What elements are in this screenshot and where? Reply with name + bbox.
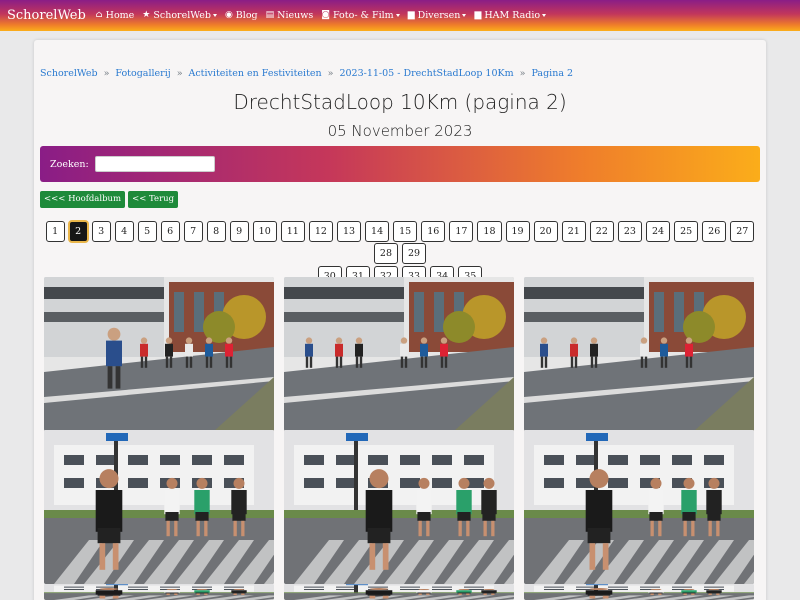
page-link-22[interactable]: 22 xyxy=(589,221,614,242)
page-link-24[interactable]: 24 xyxy=(645,221,671,242)
photo-runners-8[interactable] xyxy=(284,584,514,600)
page-link-12[interactable]: 12 xyxy=(308,221,333,242)
page-link-4[interactable]: 4 xyxy=(114,221,134,242)
page-link-29[interactable]: 29 xyxy=(402,243,427,264)
page-link-23[interactable]: 23 xyxy=(617,221,642,242)
nav-item-blog[interactable]: ◉ Blog xyxy=(225,10,258,21)
page-link-15[interactable]: 15 xyxy=(393,221,418,242)
folder-icon: ▆ xyxy=(407,10,415,20)
page-link-5[interactable]: 5 xyxy=(137,221,157,242)
page-link-14[interactable]: 14 xyxy=(365,221,390,242)
page-link-17[interactable]: 17 xyxy=(449,221,474,242)
nav-item-label: HAM Radio xyxy=(484,10,541,21)
photo-runners-6[interactable] xyxy=(524,430,754,584)
photo-runners-3[interactable] xyxy=(524,277,754,431)
newspaper-icon: ▤ xyxy=(265,10,275,20)
page-link-2[interactable]: 2 xyxy=(68,221,88,242)
back-button[interactable]: << Terug xyxy=(128,191,179,208)
rss-icon: ◉ xyxy=(224,10,233,20)
brand-link[interactable]: SchorelWeb xyxy=(7,8,86,23)
page-link-13[interactable]: 13 xyxy=(336,221,362,242)
breadcrumb-item[interactable]: Pagina 2 xyxy=(531,68,573,79)
breadcrumb-item[interactable]: 2023-11-05 - DrechtStadLoop 10Km xyxy=(339,68,513,79)
breadcrumb-item[interactable]: Fotogallerij xyxy=(115,68,170,79)
breadcrumb-item[interactable]: SchorelWeb xyxy=(40,68,98,79)
photo-runners-4[interactable] xyxy=(44,430,274,584)
nav-item-nieuws[interactable]: ▤ Nieuws xyxy=(266,10,314,21)
breadcrumb-separator: » xyxy=(103,68,110,79)
nav-item-schorelweb[interactable]: ★ SchorelWeb xyxy=(142,10,217,21)
photo-runners-7[interactable] xyxy=(44,584,274,600)
nav-item-label: Nieuws xyxy=(277,10,314,21)
nav-item-label: Blog xyxy=(235,10,258,21)
photo-runners-1[interactable] xyxy=(44,277,274,431)
nav-item-ham-radio[interactable]: ▆ HAM Radio xyxy=(474,10,547,21)
nav-item-label: SchorelWeb xyxy=(153,10,211,21)
page-link-25[interactable]: 25 xyxy=(674,221,699,242)
camera-icon: ◙ xyxy=(321,10,330,20)
caret-down-icon xyxy=(395,14,400,17)
photo-runners-2[interactable] xyxy=(284,277,514,431)
nav-menu: ⌂ Home ★ SchorelWeb ◉ Blog ▤ Nieuws ◙ Foto- & Fil… xyxy=(96,10,554,21)
page-link-1[interactable]: 1 xyxy=(45,221,65,242)
nav-item-foto-film[interactable]: ◙ Foto- & Film xyxy=(321,10,400,21)
page-link-28[interactable]: 28 xyxy=(373,243,398,264)
photo-runners-5[interactable] xyxy=(284,430,514,584)
photo-runners-9[interactable] xyxy=(524,584,754,600)
page-title: DrechtStadLoop 10Km (pagina 2) xyxy=(233,90,567,114)
star-icon: ★ xyxy=(142,10,151,20)
page-link-3[interactable]: 3 xyxy=(91,221,111,242)
search-label: Zoeken: xyxy=(50,158,89,170)
page-link-6[interactable]: 6 xyxy=(160,221,180,242)
page-link-16[interactable]: 16 xyxy=(421,221,446,242)
page-link-27[interactable]: 27 xyxy=(730,221,755,242)
album-nav-buttons: <<< Hoofdalbum << Terug xyxy=(40,191,179,208)
nav-item-diversen[interactable]: ▆ Diversen xyxy=(408,10,467,21)
nav-item-label: Foto- & Film xyxy=(332,10,394,21)
nav-item-label: Diversen xyxy=(417,10,461,21)
search-input[interactable] xyxy=(94,156,215,172)
page-link-26[interactable]: 26 xyxy=(702,221,727,242)
top-navbar: SchorelWeb ⌂ Home ★ SchorelWeb ◉ Blog ▤ Nieuws ◙… xyxy=(0,0,800,31)
nav-item-home[interactable]: ⌂ Home xyxy=(96,10,135,21)
main-album-button[interactable]: <<< Hoofdalbum xyxy=(40,191,126,208)
breadcrumb-separator: » xyxy=(327,68,334,79)
search-bar: Zoeken: xyxy=(40,146,760,182)
page-subtitle: 05 November 2023 xyxy=(327,122,473,140)
nav-item-label: Home xyxy=(105,10,135,21)
page-link-8[interactable]: 8 xyxy=(206,221,226,242)
breadcrumb-separator: » xyxy=(519,68,526,79)
page-link-9[interactable]: 9 xyxy=(229,221,249,242)
home-icon: ⌂ xyxy=(95,10,103,20)
page-link-7[interactable]: 7 xyxy=(183,221,203,242)
page-link-11[interactable]: 11 xyxy=(280,221,305,242)
caret-down-icon xyxy=(212,14,217,17)
breadcrumb-item[interactable]: Activiteiten en Festiviteiten xyxy=(189,68,322,79)
page-link-10[interactable]: 10 xyxy=(252,221,277,242)
page-link-18[interactable]: 18 xyxy=(477,221,502,242)
page-link-19[interactable]: 19 xyxy=(505,221,530,242)
breadcrumb-separator: » xyxy=(176,68,183,79)
breadcrumb: SchorelWeb » Fotogallerij » Activiteiten en … xyxy=(40,68,573,79)
caret-down-icon xyxy=(462,14,467,17)
caret-down-icon xyxy=(542,14,547,17)
page-link-21[interactable]: 21 xyxy=(561,221,586,242)
page-link-20[interactable]: 20 xyxy=(533,221,558,242)
folder-icon: ▆ xyxy=(474,10,482,20)
